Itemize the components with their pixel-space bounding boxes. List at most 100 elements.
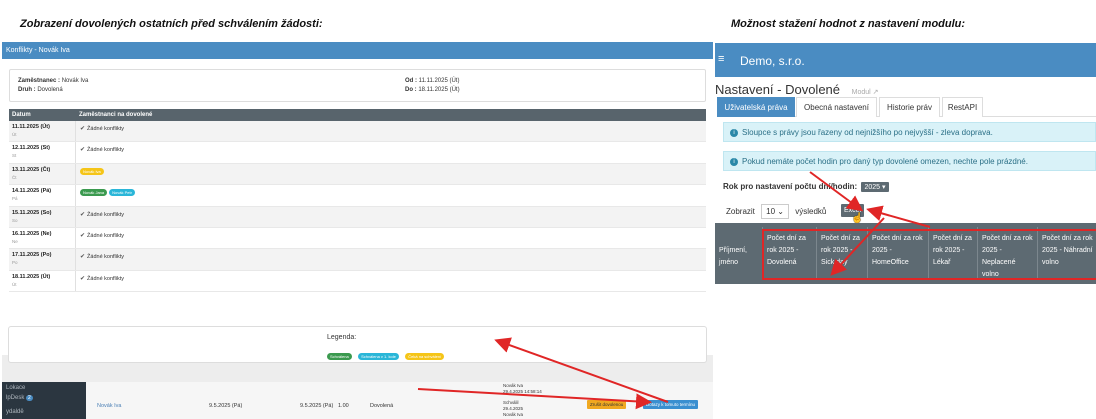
row-audit-1: Novák Iva (503, 383, 524, 388)
tab-restapi[interactable]: RestAPI (942, 97, 983, 117)
conflict-date: 11.11.2025 (Út) (12, 124, 50, 130)
conflict-date: 18.11.2025 (Út) (12, 273, 51, 280)
conflicts-table-row: 13.11.2025 (Čt) Čt Novák Iva (9, 163, 706, 186)
employee-badge-first-round: Novák Petr (109, 189, 135, 197)
row-audit-2: 29.4.2025 14:58:14 (503, 389, 542, 394)
conflict-employees-cell: ✔ Žádné konflikty (76, 249, 124, 269)
background-list: Lokace lpDesk 2 ydaldě Novák Iva 9.5.202… (2, 382, 713, 419)
conflict-weekday: Út (12, 132, 17, 137)
check-icon: ✔ (80, 211, 86, 218)
to-value: 18.11.2025 (Út) (418, 87, 460, 93)
conflict-employees-cell: ✔ Žádné konflikty (76, 207, 124, 227)
settings-table-header: Příjmení, jméno Počet dní za rok 2025 - … (715, 223, 1096, 284)
employee-value: Novák Iva (61, 78, 89, 84)
conflicts-table-row: 15.11.2025 (So) So ✔ Žádné konflikty (9, 206, 706, 228)
conflicts-table: Datum Zaměstnanci na dovolené 11.11.2025… (9, 109, 706, 293)
to-label: Do : (405, 87, 417, 93)
page-length-row: Zobrazit 10 ⌄ výsledků (726, 204, 826, 219)
info-icon: i (730, 157, 738, 166)
no-conflicts-text: Žádné konflikty (87, 211, 125, 218)
conflicts-dialog-title: Konflikty - Novák Iva (2, 42, 713, 59)
legend-waiting-badge: Čeká na schválení (405, 353, 445, 361)
employee-badge-approved: Novák Jana (80, 189, 108, 197)
chevron-down-icon: ⌄ (777, 207, 784, 216)
conflict-employees-cell: ✔ Žádné konflikty (76, 228, 124, 248)
conflict-weekday: Pá (12, 196, 18, 202)
conflict-date-cell: 14.11.2025 (Pá) Pá (9, 185, 76, 206)
conflict-date: 17.11.2025 (Po) (12, 252, 52, 259)
check-icon: ✔ (80, 275, 86, 282)
conflict-date-cell: 11.11.2025 (Út) Út (9, 121, 76, 142)
page-length-value: 10 (766, 207, 776, 216)
module-link-label: Modul (851, 89, 871, 96)
external-link-icon: ↗ (872, 89, 879, 96)
conflict-employees-cell: Novák Iva (76, 164, 106, 184)
conflicts-table-row: 17.11.2025 (Po) Po ✔ Žádné konflikty (9, 249, 706, 271)
results-label: výsledků (795, 207, 827, 216)
hamburger-menu-icon[interactable]: ≡ (718, 53, 724, 65)
module-link[interactable]: Modul ↗ (852, 89, 879, 96)
conflict-weekday: St (12, 153, 17, 159)
no-conflicts-text: Žádné konflikty (87, 126, 125, 132)
conflict-date: 13.11.2025 (Čt) (12, 166, 51, 173)
row-date-to: 9.5.2025 (Pá) (300, 403, 334, 409)
sidebar-item-helpdesk[interactable]: lpDesk 2 (6, 395, 33, 401)
year-select[interactable]: 2025 ▾ (861, 182, 889, 192)
background-sidebar: Lokace lpDesk 2 ydaldě (2, 382, 86, 419)
conflicts-table-row: 11.11.2025 (Út) Út ✔ Žádné konflikty (9, 121, 706, 143)
col-employees-header: Zaměstnanci na dovolené (79, 112, 153, 118)
conflicts-table-row: 14.11.2025 (Pá) Pá Novák Jana Novák Petr (9, 185, 706, 207)
tab-rights-history[interactable]: Historie práv (879, 97, 940, 117)
sidebar-item-locations[interactable]: Lokace (6, 385, 25, 391)
conflict-date: 15.11.2025 (So) (12, 209, 52, 216)
tab-general-settings[interactable]: Obecná nastavení (796, 97, 877, 117)
check-icon: ✔ (80, 147, 86, 154)
helpdesk-count-badge: 2 (26, 395, 33, 401)
conflicts-rows: 11.11.2025 (Út) Út ✔ Žádné konflikty 12.11.2… (9, 121, 706, 293)
conflict-date-cell: 18.11.2025 (Út) Út (9, 270, 76, 292)
tab-user-rights[interactable]: Uživatelská práva (717, 97, 795, 117)
info-alert-columns: i Sloupce s právy jsou řazeny od nejnižší… (723, 122, 1096, 142)
cancel-leave-button[interactable]: Zrušit dovolenou (587, 400, 627, 409)
no-conflicts-text: Žádné konflikty (87, 232, 125, 239)
right-caption: Možnost stažení hodnot z nastavení modul… (731, 18, 966, 30)
company-name: Demo, s.r.o. (740, 54, 805, 68)
conflict-employees-cell: ✔ Žádné konflikty (76, 121, 124, 141)
conflict-weekday: Ne (12, 238, 18, 244)
type-info: Druh : Dovolená (18, 87, 63, 93)
year-select-value: 2025 (864, 184, 881, 191)
info-alert-hours: i Pokud nemáte počet hodin pro daný typ d… (723, 151, 1096, 171)
top-navbar: ≡ Demo, s.r.o. (715, 43, 1096, 77)
conflicts-table-row: 16.11.2025 (Ne) Ne ✔ Žádné konflikty (9, 227, 706, 250)
caret-down-icon: ▾ (882, 184, 886, 191)
employee-badge-waiting: Novák Iva (80, 167, 104, 175)
page-title: Nastavení - Dovolené Modul ↗ (715, 82, 879, 97)
conflict-date: 16.11.2025 (Ne) (12, 230, 52, 237)
sidebar-item-last[interactable]: ydaldě (6, 409, 24, 415)
conflicts-screenshot: Konflikty - Novák Iva Zaměstnanec : Nová… (2, 42, 713, 419)
conflict-date-cell: 15.11.2025 (So) So (9, 206, 76, 227)
conflict-date: 14.11.2025 (Pá) (12, 188, 52, 195)
page-length-select[interactable]: 10 ⌄ (761, 204, 789, 219)
conflict-employees-cell: ✔ Žádné konflikty (76, 271, 124, 291)
conflict-date-cell: 13.11.2025 (Čt) Čt (9, 163, 76, 185)
show-label: Zobrazit (726, 207, 755, 216)
check-icon: ✔ (80, 126, 86, 132)
to-info: Do : 18.11.2025 (Út) (405, 87, 460, 93)
no-conflicts-text: Žádné konflikty (87, 275, 125, 282)
row-audit-5: Novák Iva (503, 412, 524, 417)
employee-label: Zaměstnanec : (18, 78, 61, 84)
no-conflicts-text: Žádné konflikty (87, 147, 125, 154)
term-queries-button[interactable]: Dotazy k tomuto termínu (643, 400, 699, 409)
from-value: 11.11.2025 (Út) (418, 78, 460, 84)
legend-box: Legenda: Schválena Schválena v 1. kole Č… (8, 326, 707, 363)
no-conflicts-text: Žádné konflikty (87, 254, 125, 261)
request-list-row: Novák Iva 9.5.2025 (Pá) 9.5.2025 (Pá) 1.… (86, 382, 713, 419)
row-name-link[interactable]: Novák Iva (97, 403, 121, 409)
alert-columns-text: Sloupce s právy jsou řazeny od nejnižšíh… (742, 128, 993, 137)
conflict-weekday: Po (12, 260, 18, 266)
alert-hours-text: Pokud nemáte počet hodin pro daný typ do… (742, 157, 1028, 166)
check-icon: ✔ (80, 254, 86, 261)
conflicts-table-header: Datum Zaměstnanci na dovolené (9, 109, 706, 121)
settings-tabs: Uživatelská práva Obecná nastavení Histo… (717, 97, 1096, 117)
